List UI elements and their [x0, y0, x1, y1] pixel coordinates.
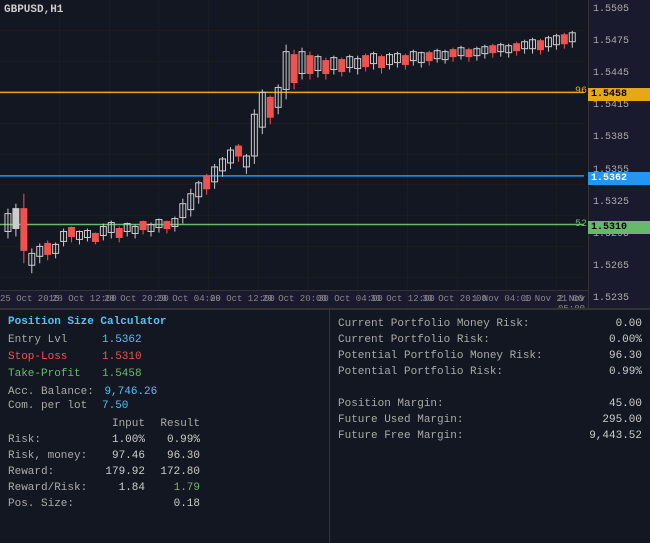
rr-label: Reward/Risk:: [8, 480, 98, 496]
pot-risk-row: Potential Portfolio Risk: 0.99%: [338, 364, 642, 380]
tp-value: 1.5458: [102, 366, 142, 382]
acc-row: Acc. Balance: 9,746.26: [8, 386, 321, 398]
candlestick-chart: [0, 0, 584, 308]
fut-free-margin-value: 9,443.52: [582, 428, 642, 444]
right-panel: Current Portfolio Money Risk: 0.00 Curre…: [330, 310, 650, 543]
tp-label-text: Take-Profit: [8, 366, 98, 382]
reward-input: 179.92: [98, 464, 153, 480]
col-result: Result: [153, 418, 208, 430]
pos-margin-label: Position Margin:: [338, 396, 444, 412]
pot-money-risk-row: Potential Portfolio Money Risk: 96.30: [338, 348, 642, 364]
entry-label: Entry Lvl: [8, 332, 98, 348]
fut-used-margin-row: Future Used Margin: 295.00: [338, 412, 642, 428]
risk-result: 0.99%: [153, 432, 208, 448]
price-1325: 1.5325: [591, 197, 648, 208]
rr-result: 1.79: [153, 480, 208, 496]
risk-money-result: 96.30: [153, 448, 208, 464]
reward-result: 172.80: [153, 464, 208, 480]
pos-margin-row: Position Margin: 45.00: [338, 396, 642, 412]
pot-money-risk-label: Potential Portfolio Money Risk:: [338, 348, 543, 364]
sl-value: 1.5310: [102, 349, 142, 365]
risk-row: Risk: 1.00% 0.99%: [8, 432, 321, 448]
tp-label: 96: [575, 86, 587, 97]
entry-row: Entry Lvl 1.5362: [8, 332, 321, 348]
margin-section: Position Margin: 45.00 Future Used Margi…: [338, 396, 642, 444]
portfolio-section: Current Portfolio Money Risk: 0.00 Curre…: [338, 316, 642, 380]
rr-input: 1.84: [98, 480, 153, 496]
curr-risk-value: 0.00%: [582, 332, 642, 348]
pos-margin-value: 45.00: [582, 396, 642, 412]
fut-used-margin-label: Future Used Margin:: [338, 412, 463, 428]
price-1415: 1.5415: [591, 100, 648, 111]
entry-value: 1.5362: [102, 332, 142, 348]
sl-label: Stop-Loss: [8, 349, 98, 365]
curr-risk-row: Current Portfolio Risk: 0.00%: [338, 332, 642, 348]
price-axis: 1.5505 1.5475 1.5445 1.5415 1.5385 1.535…: [588, 0, 650, 308]
table-header: Input Result: [8, 418, 321, 430]
pos-size-result: 0.18: [153, 496, 208, 512]
risk-money-row: Risk, money: 97.46 96.30: [8, 448, 321, 464]
com-value: 7.50: [102, 398, 128, 414]
risk-money-label: Risk, money:: [8, 448, 98, 464]
panel-title: Position Size Calculator: [8, 316, 321, 328]
fut-used-margin-value: 295.00: [582, 412, 642, 428]
price-1505: 1.5505: [591, 4, 648, 15]
pot-risk-label: Potential Portfolio Risk:: [338, 364, 503, 380]
curr-risk-label: Current Portfolio Risk:: [338, 332, 490, 348]
chart-area: GBPUSD,H1: [0, 0, 650, 310]
chart-title: GBPUSD,H1: [4, 4, 63, 16]
price-1445: 1.5445: [591, 68, 648, 79]
pot-risk-value: 0.99%: [582, 364, 642, 380]
entry-badge: 1.5362: [588, 172, 650, 185]
col-input: Input: [98, 418, 153, 430]
price-1265: 1.5265: [591, 261, 648, 272]
pos-size-input: [98, 496, 153, 512]
curr-money-risk-row: Current Portfolio Money Risk: 0.00: [338, 316, 642, 332]
reward-row: Reward: 179.92 172.80: [8, 464, 321, 480]
sl-label: 52: [575, 219, 587, 230]
sl-row: Stop-Loss 1.5310: [8, 349, 321, 365]
fut-free-margin-label: Future Free Margin:: [338, 428, 463, 444]
rr-row: Reward/Risk: 1.84 1.79: [8, 480, 321, 496]
com-label: Com. per lot: [8, 398, 98, 414]
pos-size-row: Pos. Size: 0.18: [8, 496, 321, 512]
fut-free-margin-row: Future Free Margin: 9,443.52: [338, 428, 642, 444]
risk-input: 1.00%: [98, 432, 153, 448]
pos-size-label: Pos. Size:: [8, 496, 98, 512]
risk-label: Risk:: [8, 432, 98, 448]
curr-money-risk-label: Current Portfolio Money Risk:: [338, 316, 529, 332]
left-panel: Position Size Calculator Entry Lvl 1.536…: [0, 310, 330, 543]
curr-money-risk-value: 0.00: [582, 316, 642, 332]
pot-money-risk-value: 96.30: [582, 348, 642, 364]
stop-loss-badge: 1.5310: [588, 221, 650, 234]
price-1505: 1.5475: [591, 36, 648, 47]
acc-value: 9,746.26: [104, 386, 157, 398]
com-row: Com. per lot 7.50: [8, 398, 321, 414]
reward-label: Reward:: [8, 464, 98, 480]
acc-label: Acc. Balance:: [8, 386, 94, 398]
bottom-panel: Position Size Calculator Entry Lvl 1.536…: [0, 310, 650, 543]
risk-money-input: 97.46: [98, 448, 153, 464]
price-1235: 1.5235: [591, 293, 648, 304]
price-1385: 1.5385: [591, 132, 648, 143]
tp-row: Take-Profit 1.5458: [8, 366, 321, 382]
take-profit-badge: 1.5458: [588, 88, 650, 101]
